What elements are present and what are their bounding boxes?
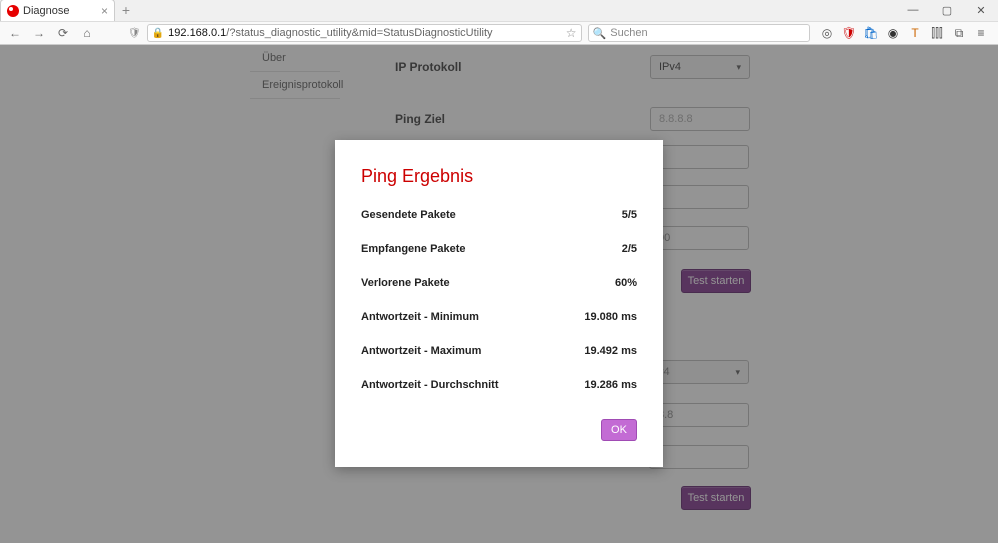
result-row: Empfangene Pakete2/5 (361, 243, 637, 255)
modal-title: Ping Ergebnis (361, 166, 637, 187)
result-row: Antwortzeit - Durchschnitt19.286 ms (361, 379, 637, 391)
ok-button[interactable]: OK (601, 419, 637, 441)
tab-title: Diagnose (23, 5, 97, 17)
search-placeholder: Suchen (610, 27, 647, 39)
home-button[interactable]: ⌂ (78, 24, 96, 42)
titlebar: Diagnose × + — ▢ ✕ (0, 0, 998, 22)
url-text: 192.168.0.1/?status_diagnostic_utility&m… (168, 27, 562, 39)
extension-t-icon[interactable]: T (908, 26, 922, 40)
toolbar-icons: ◎ 🛡 🛍 ◉ T ⫿⫿⫿ ⧉ ≡ (816, 26, 992, 40)
page-content: Über Ereignisprotokoll IP Protokoll IPv4… (0, 45, 998, 543)
search-icon: 🔍 (593, 27, 607, 40)
ublock-icon[interactable]: 🛡 (842, 26, 856, 40)
back-button[interactable]: ← (6, 24, 24, 42)
pocket-icon[interactable]: ◎ (820, 26, 834, 40)
extension-cart-icon[interactable]: 🛍 (864, 26, 878, 40)
reader-icon[interactable]: ⧉ (952, 26, 966, 40)
result-row: Gesendete Pakete5/5 (361, 209, 637, 221)
ping-result-modal: Ping Ergebnis Gesendete Pakete5/5 Empfan… (335, 140, 663, 467)
bookmark-star-icon[interactable]: ☆ (566, 26, 577, 40)
lock-icon: 🔒 (152, 28, 164, 39)
new-tab-button[interactable]: + (115, 0, 137, 21)
close-window-button[interactable]: ✕ (964, 0, 998, 21)
window-controls: — ▢ ✕ (896, 0, 998, 21)
vodafone-favicon-icon (7, 5, 19, 17)
library-icon[interactable]: ⫿⫿⫿ (930, 26, 944, 40)
menu-icon[interactable]: ≡ (974, 26, 988, 40)
result-row: Antwortzeit - Minimum19.080 ms (361, 311, 637, 323)
forward-button[interactable]: → (30, 24, 48, 42)
url-bar[interactable]: 🔒 192.168.0.1/?status_diagnostic_utility… (147, 24, 582, 42)
maximize-button[interactable]: ▢ (930, 0, 964, 21)
navbar: ← → ⟳ ⌂ 🛡 🔒 192.168.0.1/?status_diagnost… (0, 22, 998, 45)
reload-button[interactable]: ⟳ (54, 24, 72, 42)
close-tab-icon[interactable]: × (101, 4, 108, 18)
extension-dark-icon[interactable]: ◉ (886, 26, 900, 40)
minimize-button[interactable]: — (896, 0, 930, 21)
result-row: Antwortzeit - Maximum19.492 ms (361, 345, 637, 357)
result-row: Verlorene Pakete60% (361, 277, 637, 289)
shield-icon[interactable]: 🛡 (128, 28, 141, 39)
search-box[interactable]: 🔍 Suchen (588, 24, 810, 42)
browser-tab[interactable]: Diagnose × (0, 0, 115, 21)
